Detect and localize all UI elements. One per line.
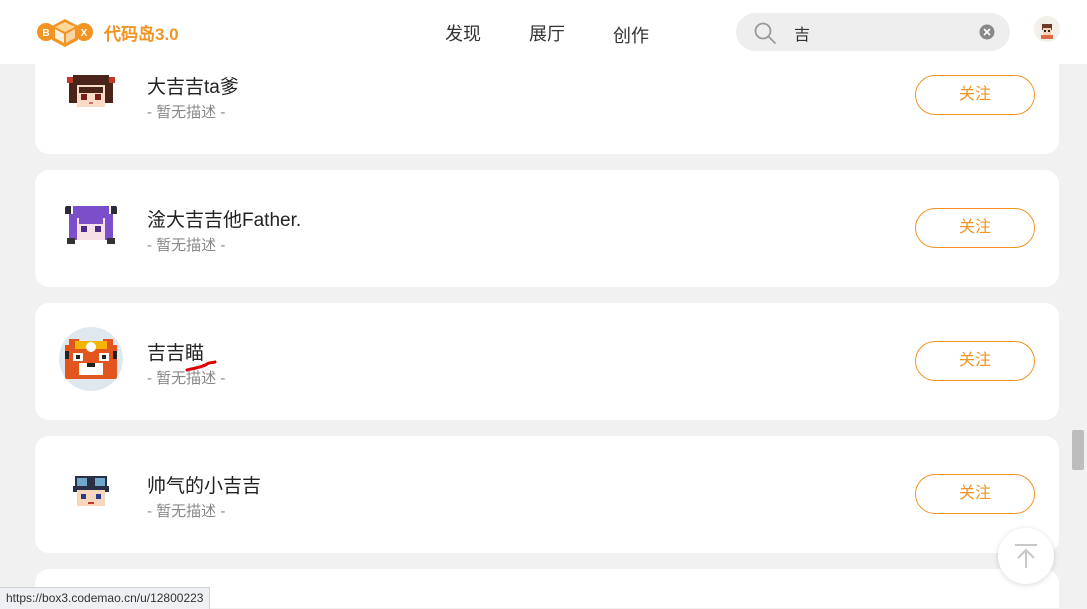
logo-text: 代码岛3.0 xyxy=(104,24,179,44)
clear-icon[interactable] xyxy=(979,24,995,40)
search-bar[interactable] xyxy=(736,13,1010,51)
follow-button[interactable]: 关注 xyxy=(915,75,1035,115)
nav-discover[interactable]: 发现 xyxy=(445,20,481,46)
top-header: B X 代码岛3.0 发现 展厅 创作 xyxy=(0,0,1087,64)
pixel-tiger-avatar-icon xyxy=(59,327,123,391)
nav-gallery[interactable]: 展厅 xyxy=(529,20,565,46)
user-description: - 暂无描述 - xyxy=(147,370,226,387)
search-input[interactable] xyxy=(792,19,966,47)
nav-create[interactable]: 创作 xyxy=(613,22,649,48)
site-logo[interactable]: B X 代码岛3.0 xyxy=(36,16,179,48)
user-avatar[interactable] xyxy=(59,194,123,258)
user-card[interactable]: 淦大吉吉他Father. - 暂无描述 - 关注 xyxy=(35,170,1059,287)
user-card[interactable]: 吉吉瞄 - 暂无描述 - 关注 xyxy=(35,303,1059,420)
follow-button[interactable]: 关注 xyxy=(915,341,1035,381)
user-name[interactable]: 大吉吉ta爹 xyxy=(147,72,239,99)
user-description: - 暂无描述 - xyxy=(147,104,226,121)
browser-status-url: https://box3.codemao.cn/u/12800223 xyxy=(0,587,211,609)
user-description: - 暂无描述 - xyxy=(147,237,226,254)
pixel-girl-avatar-icon xyxy=(59,61,123,125)
box-logo-icon: B X xyxy=(37,19,93,47)
scrollbar-thumb[interactable] xyxy=(1072,430,1084,470)
user-card[interactable]: 帅气的小吉吉 - 暂无描述 - 关注 xyxy=(35,436,1059,553)
user-avatar[interactable] xyxy=(59,327,123,391)
pixel-demon-avatar-icon xyxy=(59,194,123,258)
user-name[interactable]: 淦大吉吉他Father. xyxy=(147,205,301,232)
back-to-top-button[interactable] xyxy=(998,528,1054,584)
arrow-up-icon xyxy=(1015,544,1037,568)
user-avatar[interactable] xyxy=(59,61,123,125)
svg-text:X: X xyxy=(81,28,88,39)
user-avatar[interactable] xyxy=(59,460,123,524)
user-description: - 暂无描述 - xyxy=(147,503,226,520)
follow-button[interactable]: 关注 xyxy=(915,474,1035,514)
svg-text:B: B xyxy=(42,28,49,39)
follow-button[interactable]: 关注 xyxy=(915,208,1035,248)
user-name[interactable]: 帅气的小吉吉 xyxy=(147,471,261,498)
user-avatar[interactable] xyxy=(1034,16,1060,42)
pixel-boy-avatar-icon xyxy=(59,460,123,524)
avatar-icon xyxy=(1034,16,1060,42)
search-icon[interactable] xyxy=(753,21,777,45)
